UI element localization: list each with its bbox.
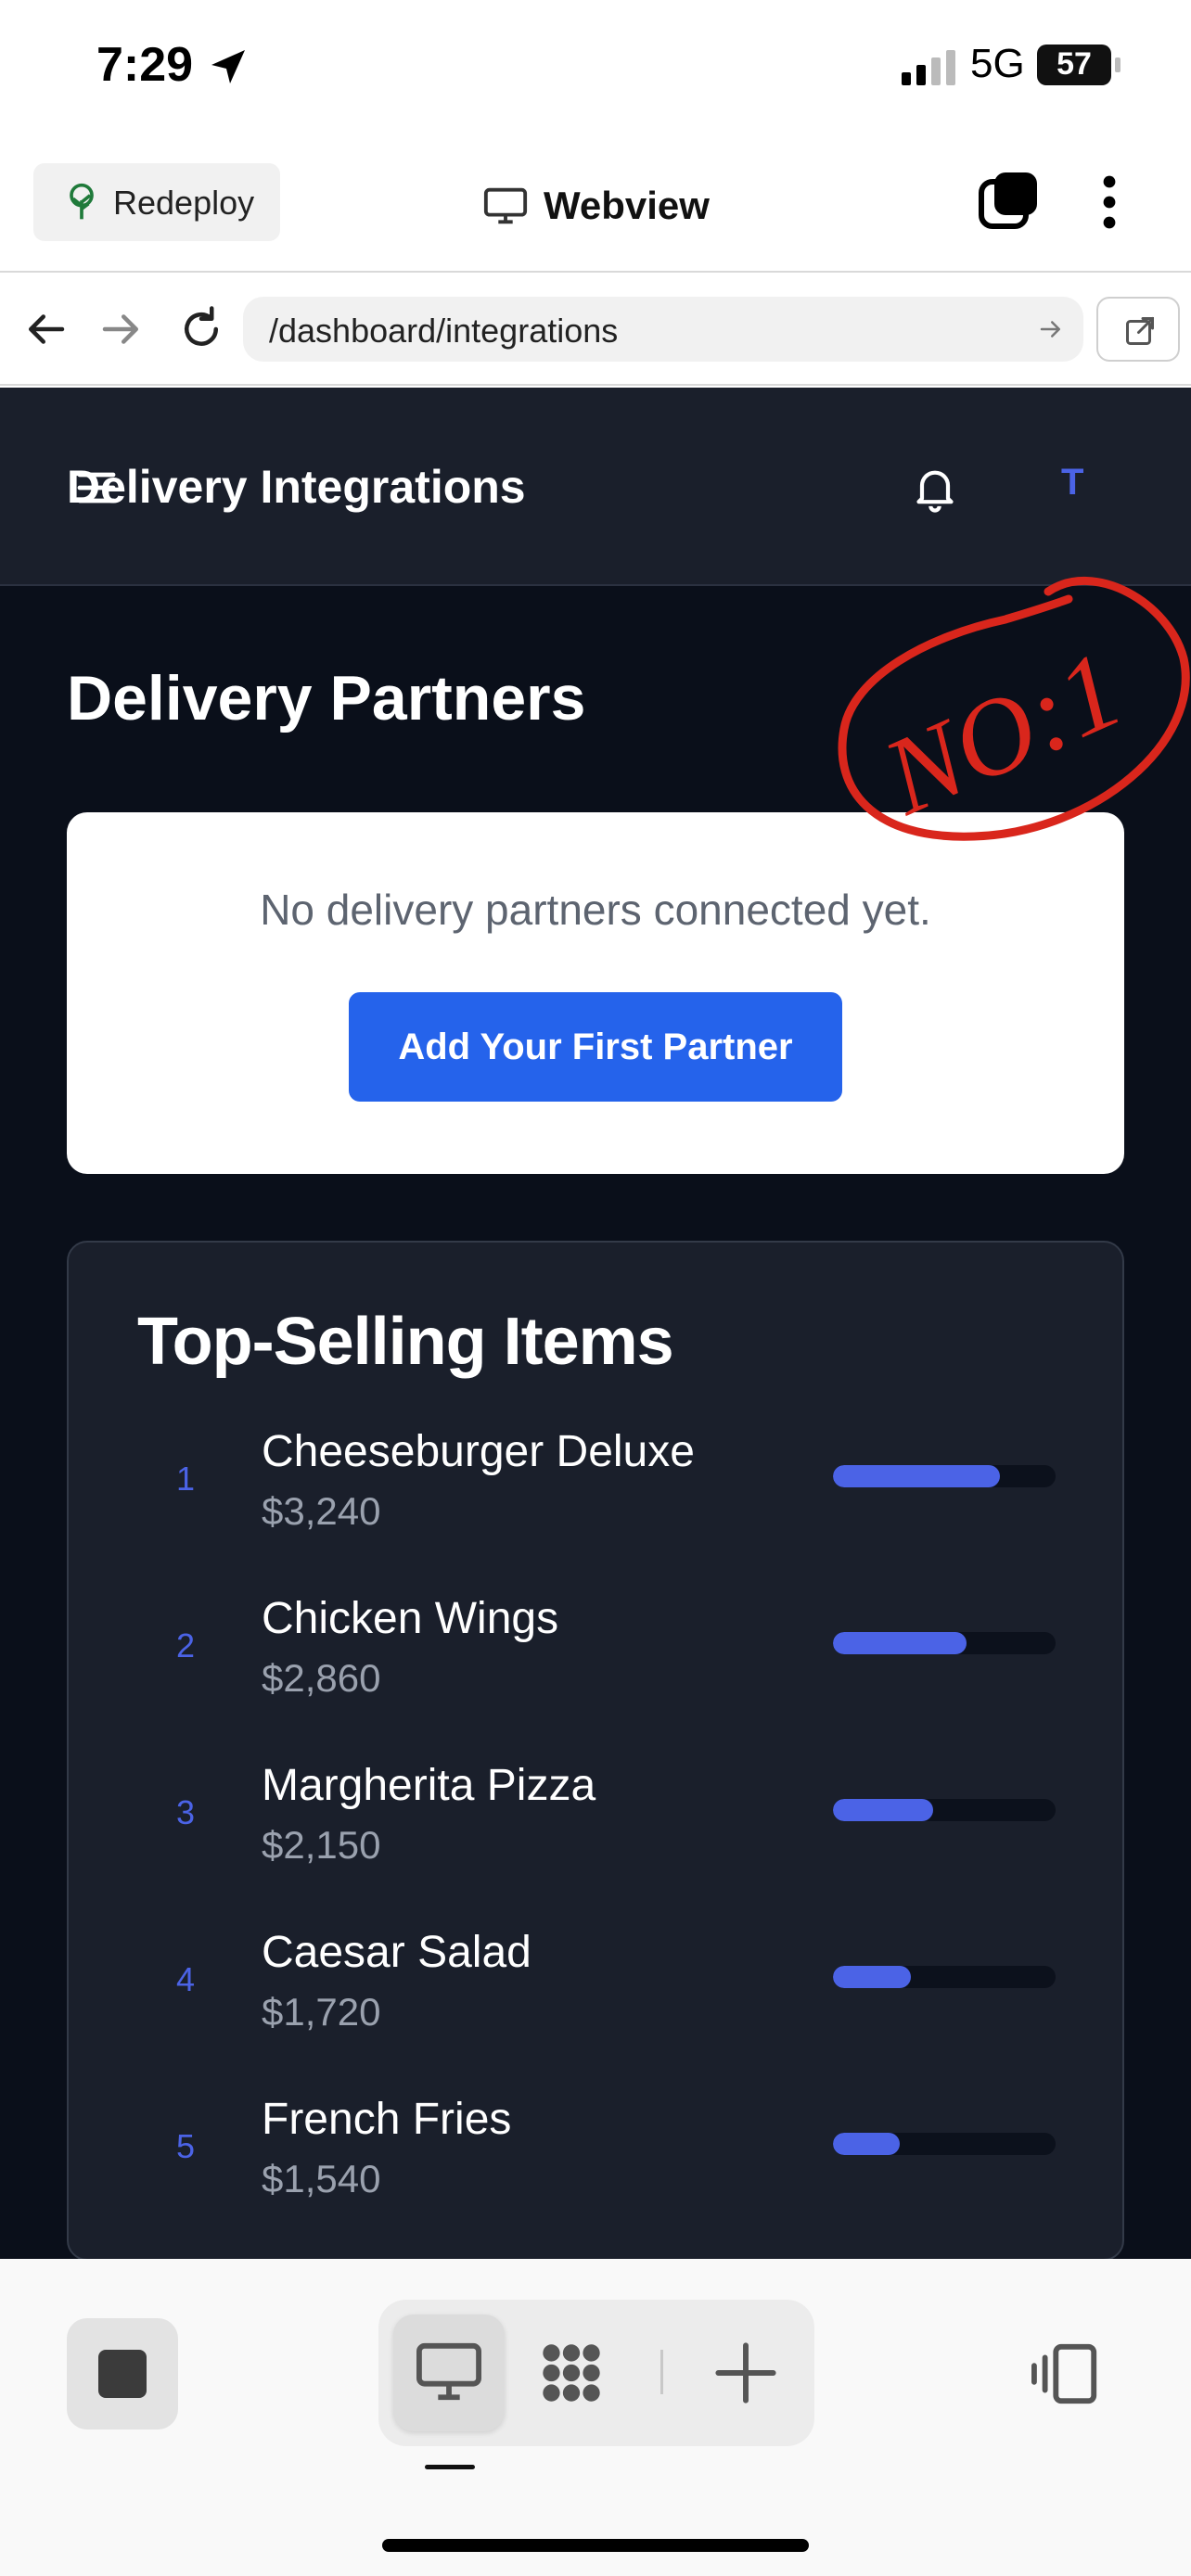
url-bar: /dashboard/integrations	[0, 274, 1191, 386]
item-value: $2,860	[262, 1656, 381, 1700]
app-header: Redeploy Webview	[0, 139, 1191, 273]
external-link-icon	[1126, 317, 1154, 345]
view-mode-switcher	[378, 2300, 814, 2446]
segment-divider	[660, 2350, 663, 2394]
top-selling-title: Top-Selling Items	[137, 1305, 674, 1379]
sales-bar-track	[833, 2133, 1056, 2155]
battery-level: 57	[1057, 46, 1092, 82]
reload-icon[interactable]	[176, 304, 226, 354]
top-item-row: 5 French Fries $1,540	[69, 2094, 1126, 2242]
site-header-title: Delivery Integrations	[67, 461, 526, 513]
item-name: Chicken Wings	[262, 1594, 559, 1643]
item-value: $3,240	[262, 1489, 381, 1533]
page-title: Delivery Partners	[67, 663, 586, 733]
item-rank: 2	[176, 1626, 196, 1664]
item-rank: 5	[176, 2127, 196, 2165]
top-item-row: 4 Caesar Salad $1,720	[69, 1927, 1126, 2075]
add-first-partner-button[interactable]: Add Your First Partner	[349, 992, 842, 1102]
item-name: Cheeseburger Deluxe	[262, 1427, 695, 1476]
sales-bar-track	[833, 1465, 1056, 1487]
side-panel-icon[interactable]	[1031, 2339, 1102, 2409]
monitor-icon	[416, 2342, 481, 2401]
sales-bar-track	[833, 1632, 1056, 1654]
open-external-button[interactable]	[1096, 297, 1180, 362]
status-time: 7:29	[96, 38, 194, 92]
battery-cap	[1115, 57, 1121, 72]
status-bar: 7:29 5G 57	[0, 0, 1191, 139]
plus-icon[interactable]	[711, 2340, 781, 2405]
sales-bar-fill	[833, 2133, 900, 2155]
top-item-row: 1 Cheeseburger Deluxe $3,240	[69, 1426, 1126, 1575]
bottom-toolbar	[0, 2259, 1191, 2576]
item-value: $1,540	[262, 2157, 381, 2200]
stop-icon	[98, 2350, 147, 2398]
cellular-signal-icon	[902, 50, 955, 85]
webview-label: Webview	[544, 184, 710, 227]
go-arrow-icon[interactable]	[1037, 315, 1065, 343]
sales-bar-fill	[833, 1966, 911, 1988]
back-arrow-icon[interactable]	[20, 304, 70, 354]
monitor-icon	[483, 187, 528, 224]
sales-bar-fill	[833, 1632, 967, 1654]
top-item-row: 2 Chicken Wings $2,860	[69, 1593, 1126, 1741]
notification-bell-icon[interactable]	[909, 462, 961, 514]
active-tab-indicator	[425, 2465, 475, 2469]
item-rank: 4	[176, 1960, 196, 1998]
stop-button[interactable]	[67, 2318, 178, 2429]
redeploy-tree-icon	[70, 183, 94, 220]
tabs-switcher-icon[interactable]	[978, 171, 1039, 232]
handwritten-annotation: NO:1	[838, 577, 1190, 841]
forward-arrow-icon[interactable]	[96, 304, 147, 354]
sales-bar-track	[833, 1966, 1056, 1988]
location-arrow-icon	[211, 50, 245, 83]
url-input[interactable]: /dashboard/integrations	[243, 297, 1083, 362]
sales-bar-fill	[833, 1799, 933, 1821]
sales-bar-fill	[833, 1465, 1000, 1487]
apps-grid-icon[interactable]	[536, 2340, 607, 2405]
item-rank: 1	[176, 1460, 196, 1498]
sales-bar-track	[833, 1799, 1056, 1821]
network-type: 5G	[970, 41, 1025, 86]
item-value: $2,150	[262, 1823, 381, 1867]
more-options-icon[interactable]	[1091, 172, 1128, 232]
item-rank: 3	[176, 1793, 196, 1831]
url-text: /dashboard/integrations	[269, 312, 619, 350]
redeploy-label: Redeploy	[113, 184, 255, 222]
webview-title: Webview	[482, 178, 710, 234]
preview-mode-button[interactable]	[393, 2315, 505, 2431]
user-avatar[interactable]: T	[1061, 462, 1095, 508]
top-selling-card: Top-Selling Items 1 Cheeseburger Deluxe …	[67, 1241, 1124, 2259]
item-name: Caesar Salad	[262, 1928, 531, 1977]
site-header: Delivery Integrations T	[0, 388, 1191, 586]
battery-icon: 57	[1037, 45, 1111, 85]
item-name: Margherita Pizza	[262, 1761, 596, 1810]
item-value: $1,720	[262, 1990, 381, 2034]
item-name: French Fries	[262, 2095, 512, 2144]
top-item-row: 3 Margherita Pizza $2,150	[69, 1760, 1126, 1908]
home-indicator[interactable]	[382, 2539, 809, 2552]
redeploy-button[interactable]: Redeploy	[33, 163, 280, 241]
